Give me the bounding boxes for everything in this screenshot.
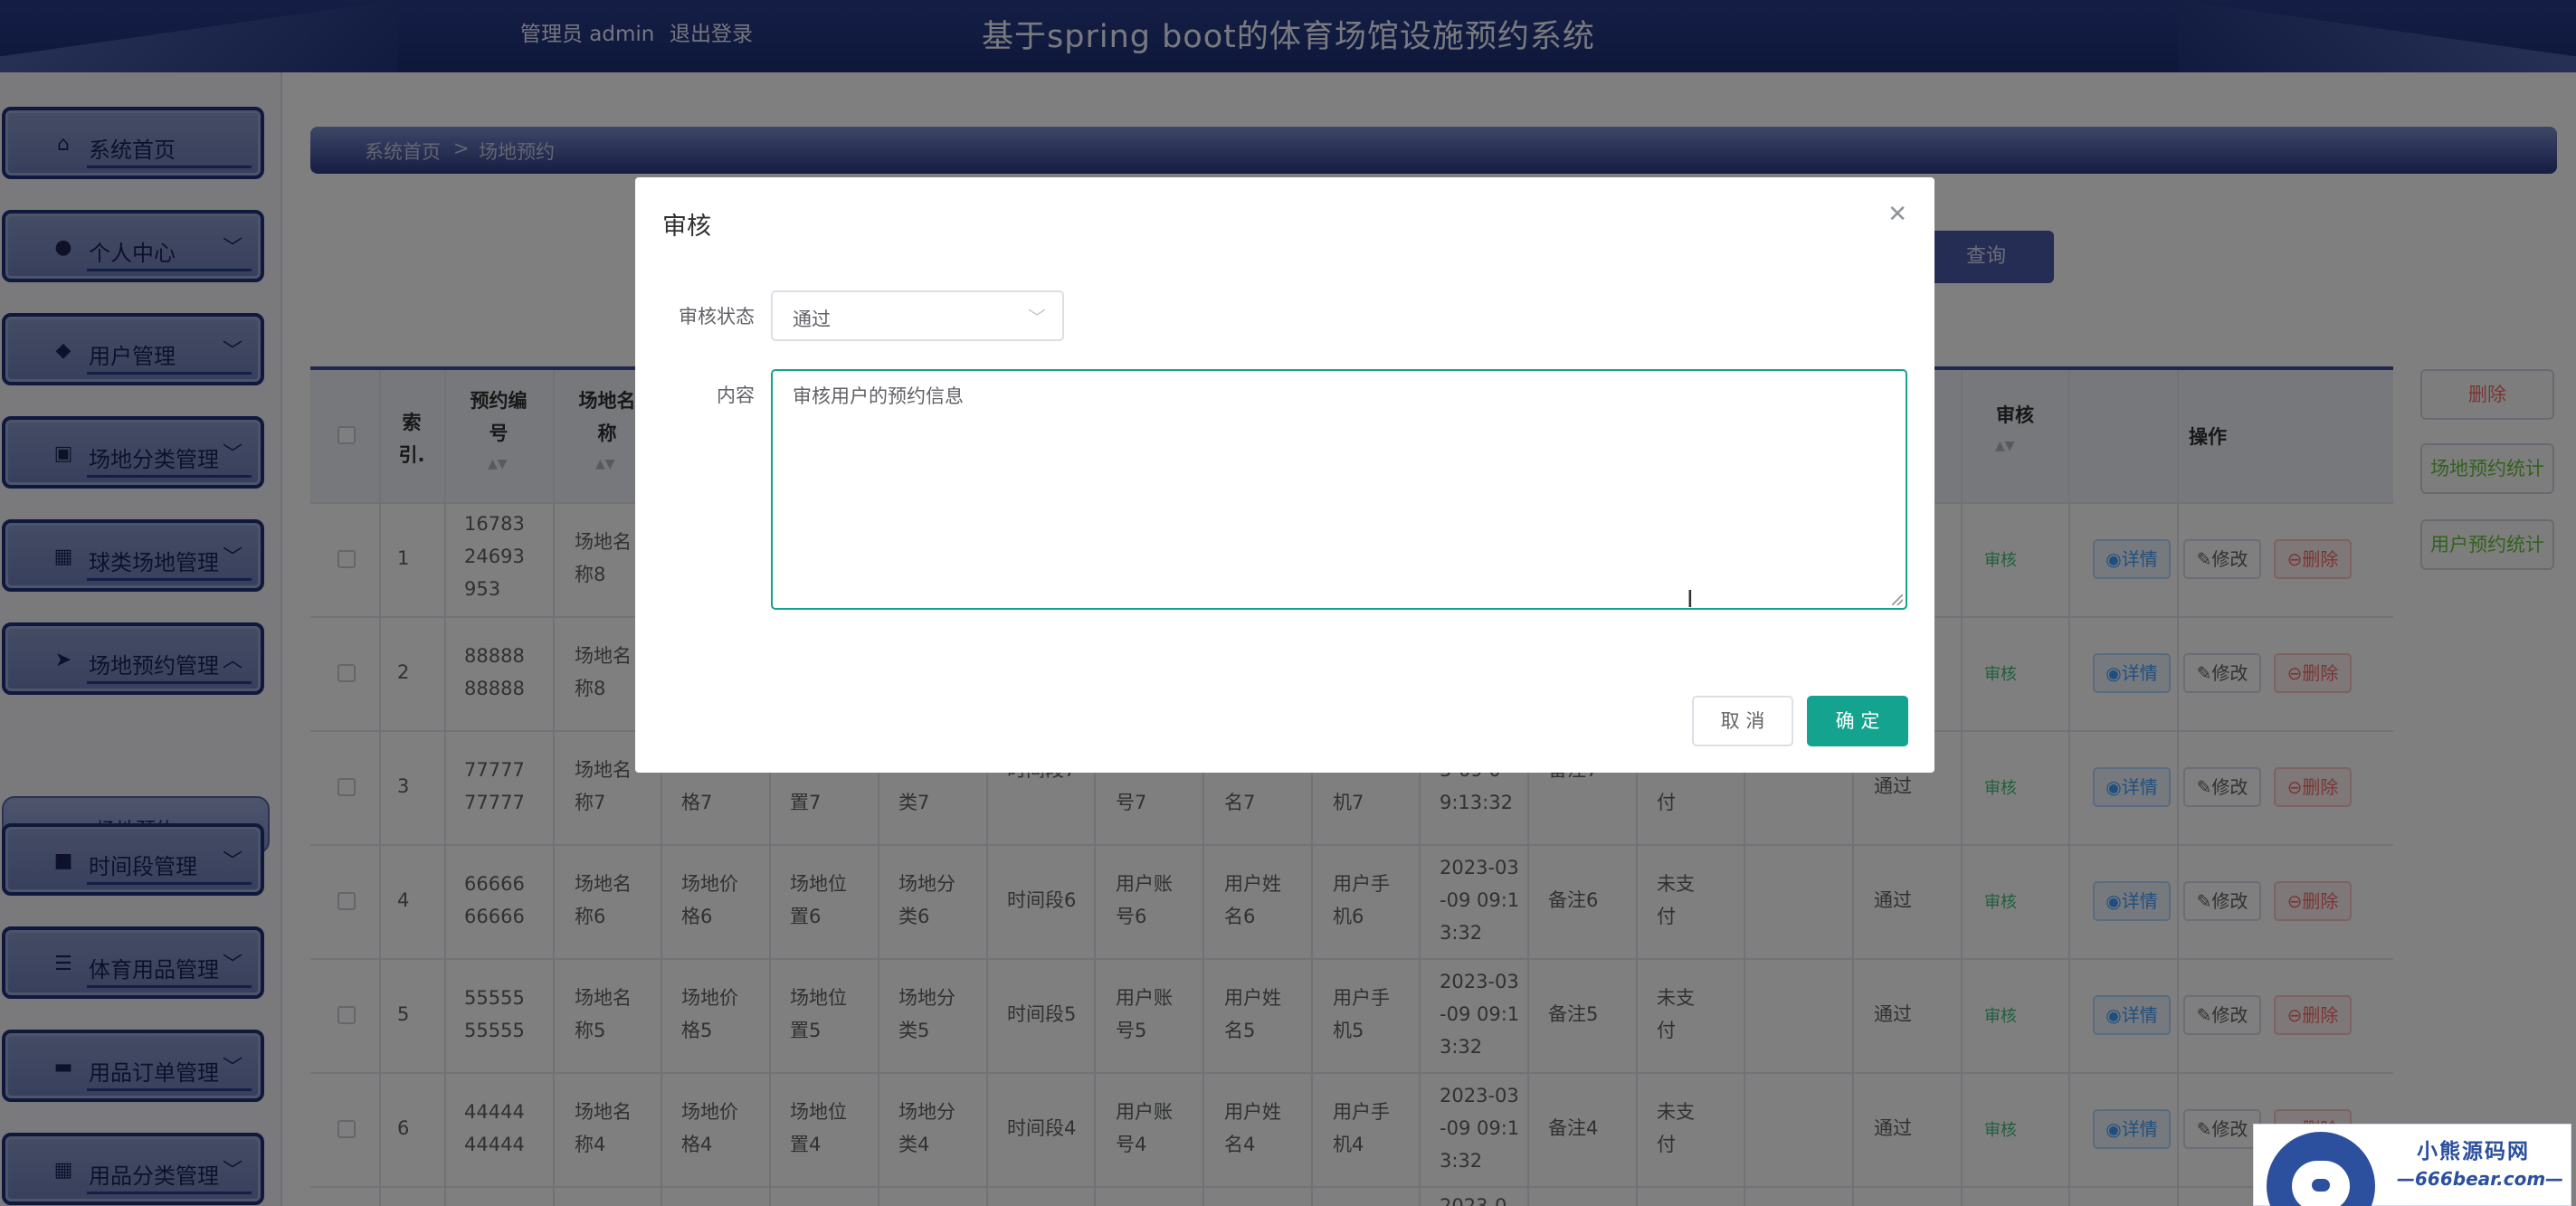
close-icon[interactable]: ✕ [1887,201,1907,228]
watermark-logo: 小熊源码网 —666bear.com— [2253,1124,2571,1206]
watermark-line1: 小熊源码网 [2417,1140,2530,1163]
cancel-button[interactable]: 取 消 [1692,696,1793,746]
status-select-value: 通过 [793,309,831,330]
watermark-line2: —666bear.com— [2397,1168,2564,1190]
status-select[interactable]: 通过 ﹀ [771,290,1064,341]
resize-handle[interactable] [1892,594,1903,605]
text-cursor-icon: I [1687,586,1694,613]
content-textarea[interactable]: 审核用户的预约信息 [771,369,1907,610]
bear-icon [2267,1132,2375,1206]
content-label: 内容 [717,385,755,406]
dialog-title: 审核 [662,213,711,241]
chevron-down-icon: ﹀ [1028,307,1046,328]
confirm-button[interactable]: 确 定 [1807,696,1908,746]
audit-dialog: 审核 ✕ 审核状态 通过 ﹀ 内容 审核用户的预约信息 I 取 消 确 定 [635,177,1934,773]
status-label: 审核状态 [679,306,755,328]
content-text: 审核用户的预约信息 [793,385,964,407]
